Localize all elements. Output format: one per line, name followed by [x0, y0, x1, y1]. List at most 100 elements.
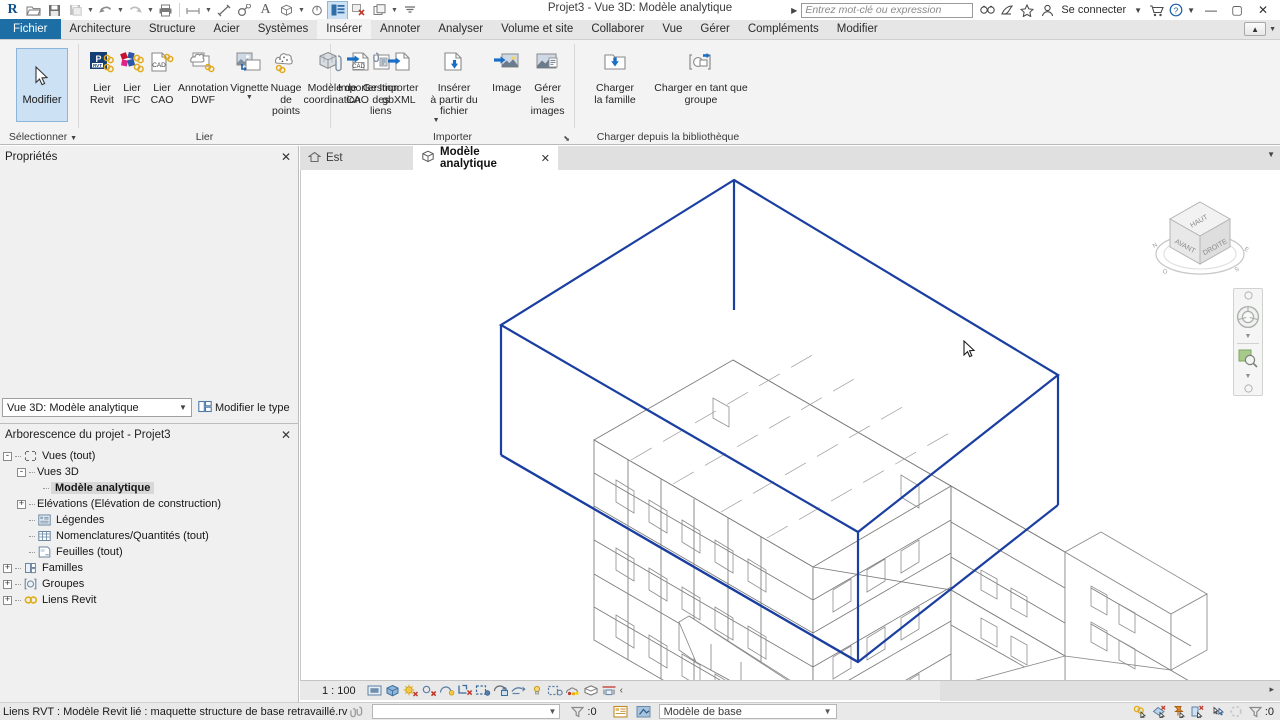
favorites-star-icon[interactable] — [1017, 1, 1037, 19]
close-icon[interactable]: ✕ — [278, 428, 294, 442]
navbar-menu-top-icon[interactable] — [1234, 289, 1262, 302]
modify-button[interactable]: Modifier — [16, 48, 68, 122]
tree-item-elévations-elévation-de-construction[interactable]: + Elévations (Elévation de construction) — [3, 496, 298, 512]
ribbon-tab-annoter[interactable]: Annoter — [371, 19, 429, 39]
zoom-icon[interactable] — [1234, 345, 1262, 371]
shadows-icon[interactable] — [420, 682, 438, 700]
search-input[interactable]: Entrez mot-clé ou expression — [801, 2, 974, 18]
infocenter-caret-icon[interactable]: ▶ — [791, 6, 797, 15]
ribbon-tab-vue[interactable]: Vue — [653, 19, 691, 39]
ribbon-tab-volume-et-site[interactable]: Volume et site — [492, 19, 582, 39]
navbar-menu-bottom-icon[interactable] — [1234, 381, 1262, 395]
tree-item-vues-tout[interactable]: - Vues (tout) — [3, 448, 298, 464]
steering-wheel-icon[interactable] — [1234, 302, 1262, 332]
save-as-icon[interactable] — [65, 1, 86, 20]
drag-elements-on-selection-icon[interactable] — [1208, 704, 1227, 720]
scroll-right-arrow-icon[interactable]: ▸ — [1269, 684, 1274, 695]
chevron-down-icon[interactable]: ▼ — [1267, 150, 1275, 159]
tree-item-groupes[interactable]: + Groupes — [3, 576, 298, 592]
rendering-dialog-icon[interactable] — [438, 682, 456, 700]
quick-access-toolbar[interactable]: R ▼ ▼ ▼ ▼ A ▼ ▼ — [0, 0, 420, 20]
show-crop-region-icon[interactable] — [474, 682, 492, 700]
expand-expander-icon[interactable]: + — [3, 563, 12, 573]
filter-icon[interactable] — [568, 704, 587, 720]
filter-icon[interactable] — [1246, 704, 1265, 720]
visual-style-icon[interactable] — [384, 682, 402, 700]
reveal-constraints-icon[interactable] — [582, 682, 600, 700]
redo-dropdown-caret[interactable]: ▼ — [146, 1, 155, 20]
view-scrollbar-track[interactable]: ▸ — [940, 681, 1280, 701]
help-question-icon[interactable]: ? — [1166, 1, 1186, 19]
ribbon-tab-modifier[interactable]: Modifier — [828, 19, 887, 39]
minimize-button[interactable]: — — [1198, 0, 1224, 20]
maximize-button[interactable]: ▢ — [1224, 0, 1250, 20]
manage-images-button[interactable]: Gérer les images — [525, 44, 570, 118]
insert-from-file-caret[interactable]: ▼ — [433, 117, 440, 124]
insert-from-file-button[interactable]: Insérer à partir du fichier ▼ — [420, 44, 489, 124]
help-caret-icon[interactable]: ▼ — [1187, 6, 1195, 15]
switch-windows-caret[interactable]: ▼ — [390, 1, 399, 20]
aligned-dimension-icon[interactable] — [213, 1, 234, 20]
link-ifc-button[interactable]: Lier IFC — [117, 44, 147, 106]
collapse-expander-icon[interactable]: - — [3, 451, 12, 461]
temporary-view-properties-icon[interactable] — [546, 682, 564, 700]
detail-level-icon[interactable] — [366, 682, 384, 700]
selection-filter-combo[interactable]: ▼ — [372, 704, 561, 719]
lock-3d-view-icon[interactable] — [492, 682, 510, 700]
tree-item-familles[interactable]: + Familles — [3, 560, 298, 576]
ribbon-tab-compl-ments[interactable]: Compléments — [739, 19, 828, 39]
view-tab-bar[interactable]: Est Modèle analytique ✕ ▼ — [300, 146, 1280, 170]
expand-expander-icon[interactable]: + — [3, 579, 12, 589]
view-tab-modele-analytique[interactable]: Modèle analytique ✕ — [413, 146, 558, 170]
project-browser-tree[interactable]: - Vues (tout) - Vues 3D Modèle analytique + El… — [0, 446, 298, 608]
view-tab-est[interactable]: Est — [300, 146, 412, 170]
close-button[interactable]: ✕ — [1250, 0, 1276, 20]
3d-view-canvas[interactable]: N E O S HAUT AVANT DROITE ▼ ▼ — [300, 170, 1280, 680]
close-icon[interactable]: ✕ — [278, 150, 294, 164]
decal-button[interactable]: Vignette ▼ — [229, 44, 269, 101]
text-icon[interactable]: A — [255, 1, 276, 20]
ribbon-tab-structure[interactable]: Structure — [140, 19, 205, 39]
load-family-button[interactable]: Charger la famille — [585, 44, 645, 106]
chevron-down-icon[interactable]: ▼ — [820, 707, 836, 716]
type-selector-combo[interactable]: Vue 3D: Modèle analytique ▼ — [2, 398, 192, 417]
navigation-bar[interactable]: ▼ ▼ — [1233, 288, 1263, 396]
tree-item-feuilles-tout[interactable]: Feuilles (tout) — [3, 544, 298, 560]
section-icon[interactable] — [306, 1, 327, 20]
tree-item-modèle-analytique[interactable]: Modèle analytique — [3, 480, 298, 496]
save-icon[interactable] — [44, 1, 65, 20]
tree-item-nomenclatures-quantités-tout[interactable]: Nomenclatures/Quantités (tout) — [3, 528, 298, 544]
zoom-dropdown-caret[interactable]: ▼ — [1234, 371, 1262, 381]
save-as-dropdown-caret[interactable]: ▼ — [86, 1, 95, 20]
temporary-hide-isolate-icon[interactable] — [510, 682, 528, 700]
sign-in-button[interactable]: Se connecter — [1057, 4, 1130, 16]
autodesk-360-icon[interactable] — [997, 1, 1017, 19]
analytical-model-visibility-icon[interactable] — [564, 682, 582, 700]
ribbon-tab-acier[interactable]: Acier — [205, 19, 249, 39]
open-icon[interactable] — [23, 1, 44, 20]
tree-item-liens-revit[interactable]: + Liens Revit — [3, 592, 298, 608]
link-cad-button[interactable]: CAD Lier CAO — [147, 44, 177, 106]
ribbon-tab-architecture[interactable]: Architecture — [61, 19, 140, 39]
ribbon-tab-fichier[interactable]: Fichier — [0, 19, 61, 39]
tree-item-vues-3d[interactable]: - Vues 3D — [3, 464, 298, 480]
ribbon-tab-collaborer[interactable]: Collaborer — [582, 19, 653, 39]
image-button[interactable]: Image — [488, 44, 525, 95]
edit-type-button[interactable]: Modifier le type — [198, 400, 290, 416]
load-as-group-button[interactable]: Charger en tant que groupe — [645, 44, 757, 106]
reveal-hidden-elements-icon[interactable] — [528, 682, 546, 700]
ribbon-minimize-caret-icon[interactable]: ▼ — [1269, 26, 1276, 33]
view-control-collapse-arrow[interactable]: ‹ — [618, 685, 623, 696]
view-scale-label[interactable]: 1 : 100 — [300, 685, 366, 697]
measure-dropdown-caret[interactable]: ▼ — [204, 1, 213, 20]
worksets-icon[interactable] — [634, 704, 653, 720]
ribbon-tab-g-rer[interactable]: Gérer — [691, 19, 738, 39]
switch-windows-icon[interactable] — [369, 1, 390, 20]
expand-expander-icon[interactable]: + — [3, 595, 12, 605]
select-elements-by-face-icon[interactable] — [1189, 704, 1208, 720]
undo-dropdown-caret[interactable]: ▼ — [116, 1, 125, 20]
link-revit-button[interactable]: P RVT Lier Revit — [87, 44, 117, 106]
select-pinned-elements-icon[interactable] — [1170, 704, 1189, 720]
model-link-icon[interactable] — [347, 704, 366, 720]
redo-icon[interactable] — [125, 1, 146, 20]
